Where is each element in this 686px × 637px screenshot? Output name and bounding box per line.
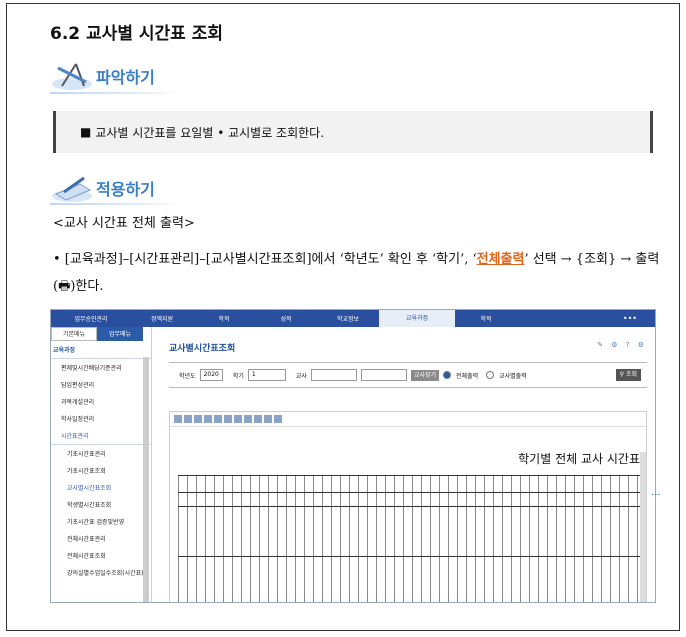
apply-underline [50, 203, 178, 205]
radio-all-output[interactable] [443, 371, 452, 379]
sidebar-subitem[interactable]: 강의실별수업일수조회(시간표) [51, 564, 151, 581]
find-icon[interactable] [204, 415, 212, 423]
main-content: 교사별시간표조회 ✎ ⚙ ? ⚙ 학년도 2020 학기 1 교사 교사찾기 전… [163, 327, 655, 602]
sidebar-subitem[interactable]: 기초시간표조회 [51, 462, 151, 479]
nav-item[interactable]: 학적 [193, 314, 255, 323]
filter-bar: 학년도 2020 학기 1 교사 교사찾기 전체출력 교사별출력 ⚲ 조회 [169, 362, 647, 388]
sidebar-subitem[interactable]: 전체시간표관리 [51, 530, 151, 547]
sidebar-item[interactable]: 담임편성관리 [51, 376, 151, 393]
sidebar-subitem-active[interactable]: 교사별시간표조회 [51, 479, 151, 496]
export-excel-icon[interactable] [254, 415, 262, 423]
compass-ruler-icon [50, 60, 94, 92]
find-teacher-button[interactable]: 교사찾기 [410, 369, 440, 381]
nav-item[interactable]: 성적 [255, 314, 317, 323]
teacher-input[interactable] [310, 369, 357, 381]
summary-text: 교사별 시간표를 요일별 • 교시별로 조회한다. [95, 125, 325, 140]
understand-header: 파악하기 [50, 60, 155, 92]
more-icon[interactable]: ••• [623, 314, 637, 323]
report-viewer: 학기별 전체 교사 시간표 [169, 411, 647, 602]
sidebar-section[interactable]: 시간표관리 [51, 427, 151, 445]
apply-subtitle: <교사 시간표 전체 출력> [53, 216, 195, 231]
radio-teacher-label: 교사별출력 [499, 372, 527, 380]
teacher-name-input[interactable] [360, 369, 407, 381]
zoom-icon[interactable] [194, 415, 202, 423]
apply-header: 적용하기 [50, 172, 155, 204]
report-title: 학기별 전체 교사 시간표 [518, 452, 640, 466]
tab-basic-menu[interactable]: 기본메뉴 [51, 327, 97, 341]
term-label: 학기 [232, 372, 244, 380]
nav-last-icon[interactable] [244, 415, 252, 423]
apply-label: 적용하기 [96, 180, 155, 199]
summary-box: ■ 교사별 시간표를 요일별 • 교시별로 조회한다. [53, 111, 653, 153]
understand-label: 파악하기 [96, 68, 155, 87]
export-pdf-icon[interactable] [264, 415, 272, 423]
year-label: 학년도 [179, 372, 196, 380]
sidebar: 기본메뉴 업무메뉴 교육과정 편제및시간배당기준관리 담임편성관리 과목개설관리… [51, 327, 152, 602]
nav-item[interactable]: 학교정보 [317, 314, 379, 323]
sidebar-subitem[interactable]: 기초시간표관리 [51, 445, 151, 462]
sidebar-subitem[interactable]: 학생별시간표조회 [51, 496, 151, 513]
nav-item[interactable]: 학적 [455, 314, 517, 323]
sidebar-tabs: 기본메뉴 업무메뉴 [51, 327, 151, 341]
search-button[interactable]: ⚲ 조회 [615, 369, 641, 381]
timetable-grid [178, 475, 646, 602]
toolbar-icons[interactable]: ✎ ⚙ ? ⚙ [597, 341, 647, 349]
printer-icon: 🖶 [58, 279, 71, 294]
instruction-end: )한다. [70, 279, 104, 294]
nav-next-icon[interactable] [234, 415, 242, 423]
save-icon[interactable] [174, 415, 182, 423]
pen-paper-icon [50, 172, 94, 204]
radio-all-label: 전체출력 [456, 372, 479, 380]
instruction-text: • [교육과정]–[시간표관리]–[교사별시간표조회]에서 ‘학년도’ 확인 후… [53, 246, 663, 300]
nav-first-icon[interactable] [214, 415, 222, 423]
sidebar-subitem[interactable]: 전체시간표조회 [51, 547, 151, 564]
sidebar-item[interactable]: 편제및시간배당기준관리 [51, 359, 151, 376]
sidebar-item[interactable]: 과목개설관리 [51, 393, 151, 410]
section-title: 6.2 교사별 시간표 조회 [50, 24, 223, 44]
page-title: 교사별시간표조회 [169, 344, 236, 354]
sidebar-item[interactable]: 학사일정관리 [51, 410, 151, 427]
print-icon[interactable] [184, 415, 192, 423]
year-select[interactable]: 2020 [199, 369, 223, 381]
search-button-label: 조회 [625, 371, 637, 378]
nav-item-active[interactable]: 교육과정 [379, 310, 455, 327]
nav-item[interactable]: 업무승인관리 [51, 314, 131, 323]
sidebar-group-title[interactable]: 교육과정 [51, 341, 151, 359]
viewer-toolbar[interactable] [170, 412, 646, 427]
radio-teacher-output[interactable] [486, 371, 495, 379]
resize-handle-icon[interactable]: ⋮ [650, 490, 660, 499]
app-screenshot: 업무승인관리 정액지원 학적 성적 학교정보 교육과정 학적 ••• 기본메뉴 … [50, 309, 656, 603]
instruction-highlight: 전체출력 [476, 252, 525, 267]
export-hwp-icon[interactable] [274, 415, 282, 423]
square-bullet-icon: ■ [80, 125, 92, 139]
teacher-label: 교사 [295, 372, 307, 380]
nav-prev-icon[interactable] [224, 415, 232, 423]
top-nav: 업무승인관리 정액지원 학적 성적 학교정보 교육과정 학적 ••• [51, 310, 655, 327]
instruction-part1: • [교육과정]–[시간표관리]–[교사별시간표조회]에서 ‘학년도’ 확인 후… [53, 252, 477, 267]
term-select[interactable]: 1 [247, 369, 286, 381]
sidebar-scrollbar[interactable] [143, 357, 149, 602]
sidebar-subitem[interactable]: 기초시간표 검증및반영 [51, 513, 151, 530]
nav-item[interactable]: 정액지원 [131, 314, 193, 323]
viewer-scrollbar[interactable] [640, 452, 646, 602]
understand-underline [50, 92, 178, 94]
tab-work-menu[interactable]: 업무메뉴 [97, 327, 143, 341]
